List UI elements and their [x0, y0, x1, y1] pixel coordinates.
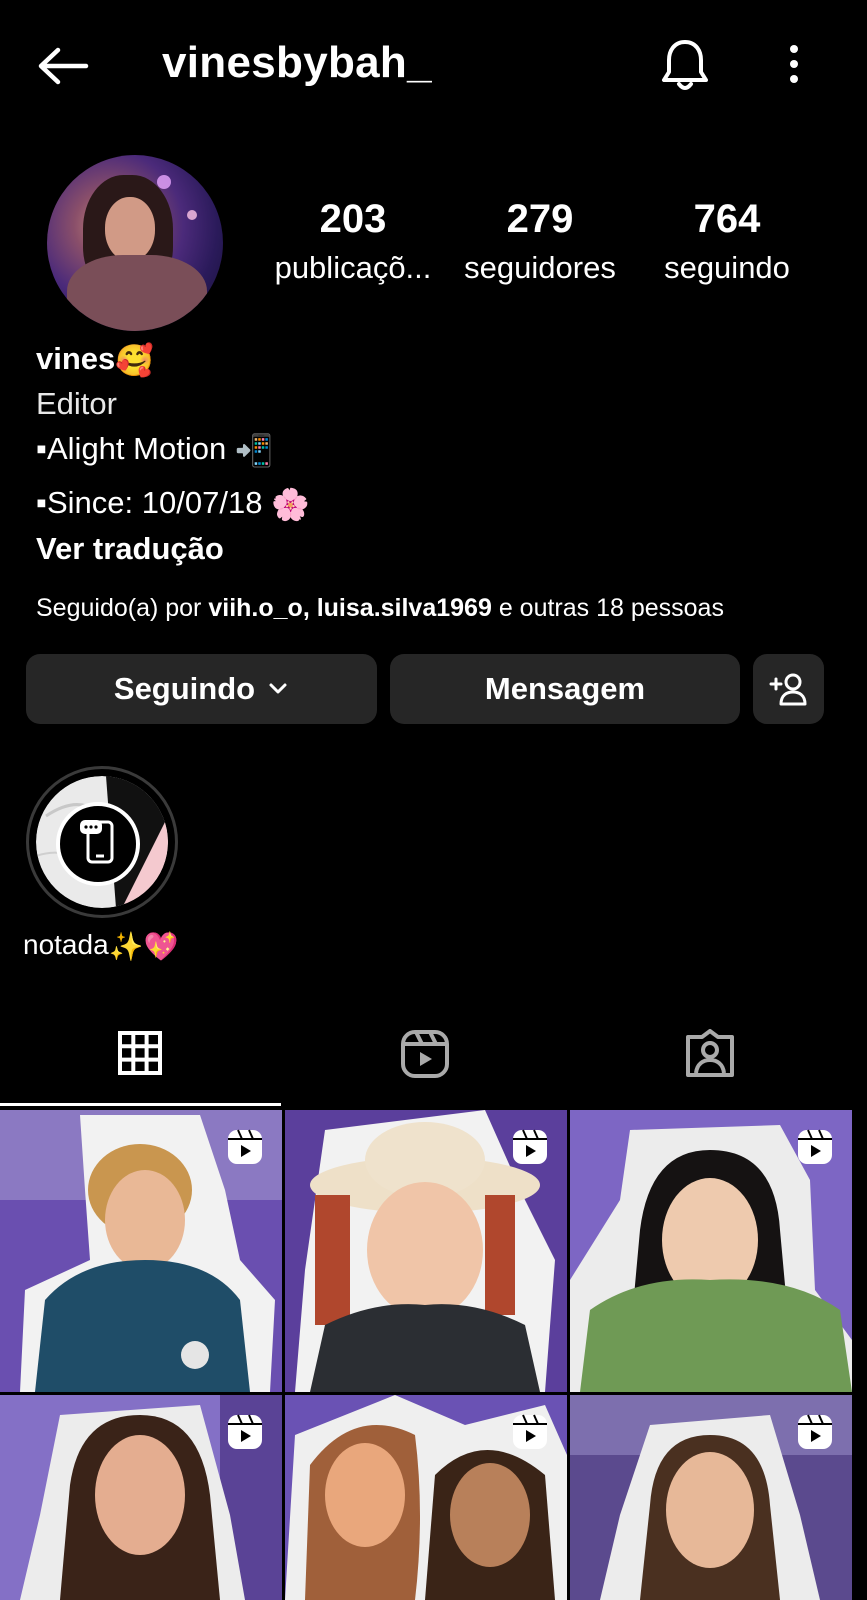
tab-grid[interactable]	[116, 1029, 164, 1077]
grid-post[interactable]	[0, 1110, 282, 1392]
more-vertical-icon	[790, 45, 798, 83]
followed-by-text[interactable]: Seguido(a) por viih.o_o, luisa.silva1969…	[36, 591, 826, 625]
followed-by-user-2[interactable]: luisa.silva1969	[317, 594, 492, 622]
stat-followers-count: 279	[506, 197, 574, 241]
smiling-hearts-emoji-icon: 🥰	[115, 342, 154, 378]
grid-post[interactable]	[285, 1395, 567, 1600]
reel-icon	[228, 1414, 262, 1449]
profile-category: Editor	[36, 386, 117, 421]
story-highlight-label: notada✨💖	[23, 927, 178, 965]
active-tab-indicator	[0, 1103, 281, 1106]
grid-post[interactable]	[570, 1395, 852, 1600]
stat-following-count: 764	[693, 197, 761, 241]
grid-post[interactable]	[0, 1395, 282, 1600]
tab-tagged[interactable]	[684, 1029, 734, 1077]
bell-icon	[662, 40, 708, 90]
tagged-icon	[686, 1029, 734, 1077]
followed-by-prefix: Seguido(a) por	[36, 594, 202, 622]
reel-icon	[513, 1414, 547, 1449]
options-button[interactable]	[782, 40, 806, 90]
add-person-icon	[769, 673, 806, 706]
bio-line-1: ▪Alight Motion 📲	[36, 430, 273, 470]
profile-username: vinesbybah_	[162, 38, 432, 87]
followed-by-user-1[interactable]: viih.o_o	[208, 594, 302, 622]
grid-icon	[118, 1031, 162, 1075]
chevron-down-icon	[269, 683, 287, 694]
arrow-left-icon	[38, 47, 89, 85]
chat-phone-icon	[36, 776, 168, 908]
grid-post[interactable]	[285, 1110, 567, 1392]
grid-post[interactable]	[570, 1110, 852, 1392]
stat-followers-label: seguidores	[464, 250, 616, 285]
message-button[interactable]: Mensagem	[390, 654, 740, 724]
sparkle-heart-emoji-icon: ✨💖	[108, 930, 179, 962]
profile-avatar[interactable]	[47, 155, 223, 331]
stat-followers[interactable]: 279 seguidores	[450, 196, 630, 288]
followed-by-suffix: e outras 18 pessoas	[498, 594, 724, 622]
reel-icon	[798, 1414, 832, 1449]
back-button[interactable]	[34, 44, 92, 88]
stat-following-label: seguindo	[664, 250, 790, 285]
followed-by-separator: ,	[302, 594, 310, 622]
stat-posts[interactable]: 203 publicaçõ...	[263, 196, 443, 288]
suggested-people-button[interactable]	[753, 654, 824, 724]
stat-following[interactable]: 764 seguindo	[637, 196, 817, 288]
notifications-button[interactable]	[660, 38, 710, 92]
profile-name-text: vines	[36, 341, 116, 376]
story-highlight-label-text: notada	[23, 929, 109, 960]
bio-line-2-text: ▪Since: 10/07/18	[36, 485, 263, 520]
bio-line-1-text: ▪Alight Motion	[36, 431, 227, 466]
reels-icon	[401, 1030, 449, 1078]
cherry-blossom-emoji-icon: 🌸	[271, 486, 310, 522]
reel-icon	[513, 1129, 547, 1164]
profile-name: vines🥰	[36, 340, 154, 380]
tab-reels[interactable]	[400, 1029, 449, 1078]
story-highlight-cover[interactable]	[36, 776, 168, 908]
bio-line-2: ▪Since: 10/07/18 🌸	[36, 484, 310, 524]
mobile-arrow-emoji-icon: 📲	[234, 432, 274, 468]
following-button[interactable]: Seguindo	[26, 654, 377, 724]
reel-icon	[798, 1129, 832, 1164]
reel-icon	[228, 1129, 262, 1164]
message-button-label: Mensagem	[484, 671, 646, 706]
stat-posts-count: 203	[319, 197, 387, 241]
stat-posts-label: publicaçõ...	[274, 250, 432, 285]
see-translation-link[interactable]: Ver tradução	[36, 530, 224, 568]
following-button-label: Seguindo	[113, 671, 256, 706]
